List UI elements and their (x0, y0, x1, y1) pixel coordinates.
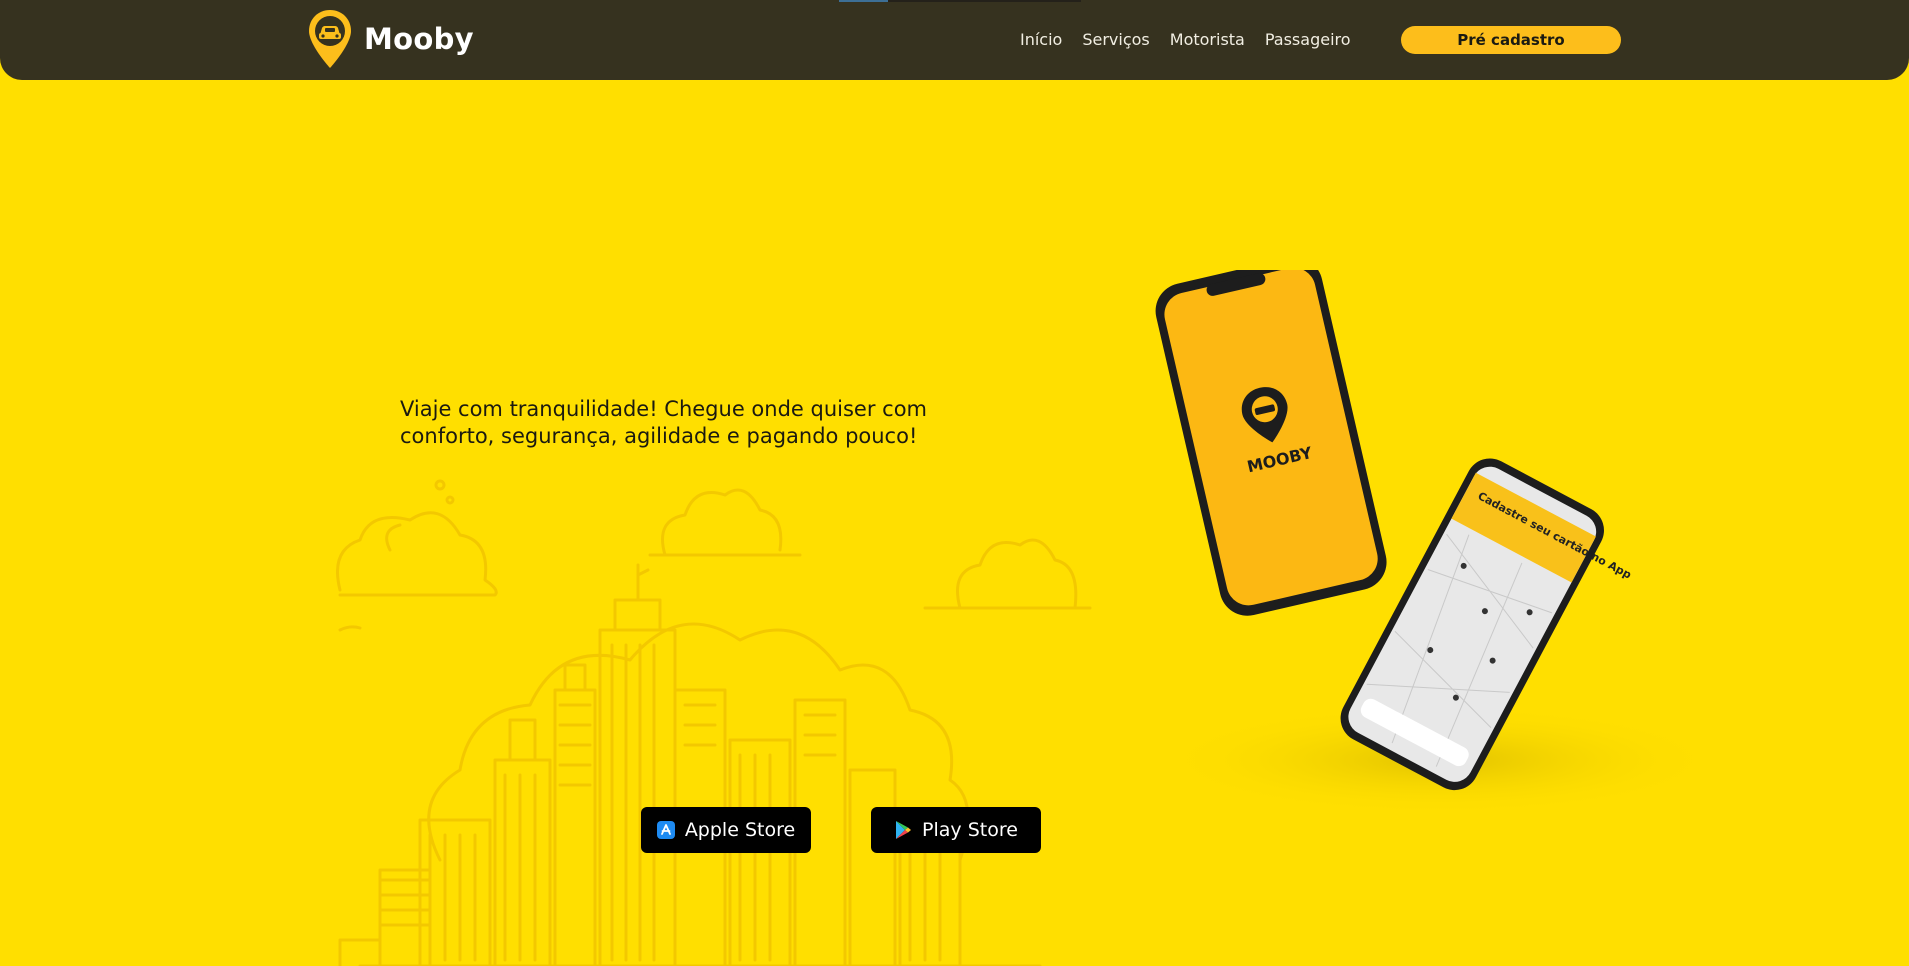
brand-logo[interactable]: Mooby (306, 8, 474, 70)
nav-passageiro[interactable]: Passageiro (1265, 30, 1351, 49)
hero-headline: Viaje com tranquilidade! Chegue onde qui… (400, 397, 927, 448)
play-store-label: Play Store (922, 819, 1018, 841)
phones-mockup-image: Cadastre seu cartão no App MOOBY (1155, 270, 1720, 815)
play-store-button[interactable]: Play Store (871, 807, 1041, 853)
google-play-icon (894, 820, 912, 840)
app-store-icon (656, 821, 675, 839)
city-skyline-illustration (336, 479, 1092, 966)
header-bar: Mooby Início Serviços Motorista Passagei… (0, 0, 1909, 80)
top-progress-indicator (839, 0, 1081, 2)
nav-motorista[interactable]: Motorista (1170, 30, 1245, 49)
brand-name: Mooby (364, 22, 474, 56)
pre-cadastro-button[interactable]: Pré cadastro (1401, 26, 1621, 54)
nav-inicio[interactable]: Início (1020, 30, 1062, 49)
apple-store-label: Apple Store (684, 819, 796, 841)
map-pin-car-icon (309, 10, 351, 68)
main-nav: Início Serviços Motorista Passageiro (1020, 30, 1371, 49)
apple-store-button[interactable]: Apple Store (641, 807, 811, 853)
nav-servicos[interactable]: Serviços (1082, 30, 1149, 49)
